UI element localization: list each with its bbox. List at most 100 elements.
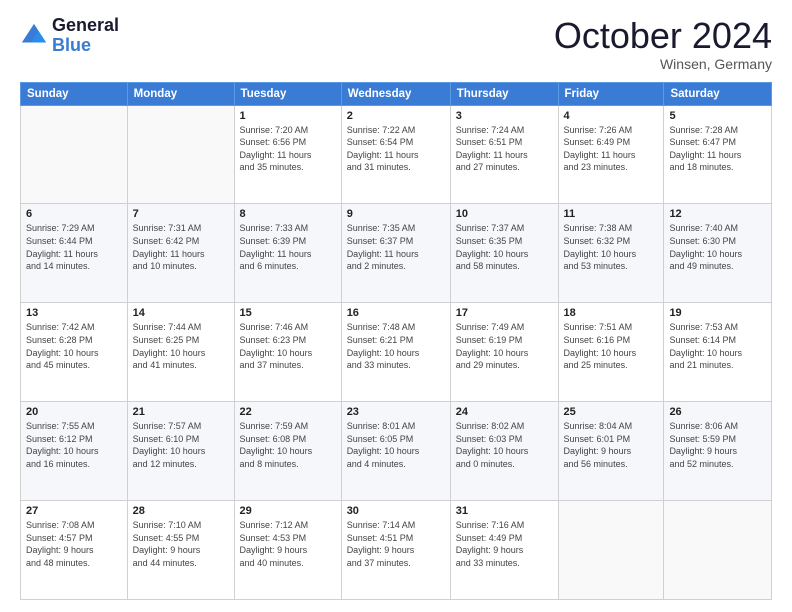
day-number: 15 [240, 307, 336, 319]
day-number: 28 [133, 505, 229, 517]
table-row: 25Sunrise: 8:04 AMSunset: 6:01 PMDayligh… [558, 402, 664, 501]
day-info: Sunrise: 7:49 AMSunset: 6:19 PMDaylight:… [456, 321, 553, 371]
day-number: 6 [26, 208, 122, 220]
table-row: 9Sunrise: 7:35 AMSunset: 6:37 PMDaylight… [341, 204, 450, 303]
table-row: 23 Sunrise: 8:01 AMSunset: 6:05 PMDayligh… [341, 402, 450, 501]
day-info: Sunrise: 7:12 AMSunset: 4:53 PMDaylight:… [240, 519, 336, 569]
table-row: 4 Sunrise: 7:26 AMSunset: 6:49 PMDaylight… [558, 105, 664, 204]
day-info: Sunrise: 7:44 AMSunset: 6:25 PMDaylight:… [133, 321, 229, 371]
month-title: October 2024 [554, 16, 772, 56]
col-sunday: Sunday [21, 82, 128, 105]
table-row: 30 Sunrise: 7:14 AMSunset: 4:51 PMDayligh… [341, 501, 450, 600]
table-row: 15Sunrise: 7:46 AMSunset: 6:23 PMDayligh… [234, 303, 341, 402]
day-number: 21 [133, 406, 229, 418]
day-info: Sunrise: 7:51 AMSunset: 6:16 PMDaylight:… [564, 321, 659, 371]
day-info: Sunrise: 8:04 AMSunset: 6:01 PMDaylight:… [564, 420, 659, 470]
table-row: 7 Sunrise: 7:31 AMSunset: 6:42 PMDaylight… [127, 204, 234, 303]
col-saturday: Saturday [664, 82, 772, 105]
table-row: 31 Sunrise: 7:16 AMSunset: 4:49 PMDayligh… [450, 501, 558, 600]
header-row: Sunday Monday Tuesday Wednesday Thursday… [21, 82, 772, 105]
day-number: 5 [669, 110, 766, 122]
calendar-row: 13Sunrise: 7:42 AMSunset: 6:28 PMDayligh… [21, 303, 772, 402]
header: General Blue October 2024 Winsen, German… [20, 16, 772, 72]
day-number: 29 [240, 505, 336, 517]
logo-icon [20, 22, 48, 50]
day-number: 11 [564, 208, 659, 220]
col-tuesday: Tuesday [234, 82, 341, 105]
table-row: 3 Sunrise: 7:24 AMSunset: 6:51 PMDaylight… [450, 105, 558, 204]
day-number: 16 [347, 307, 445, 319]
table-row: 6 Sunrise: 7:29 AMSunset: 6:44 PMDaylight… [21, 204, 128, 303]
day-info: Sunrise: 7:26 AMSunset: 6:49 PMDaylight:… [564, 124, 659, 174]
page: General Blue October 2024 Winsen, German… [0, 0, 792, 612]
table-row [558, 501, 664, 600]
day-info: Sunrise: 7:53 AMSunset: 6:14 PMDaylight:… [669, 321, 766, 371]
col-monday: Monday [127, 82, 234, 105]
day-info: Sunrise: 7:28 AMSunset: 6:47 PMDaylight:… [669, 124, 766, 174]
day-info: Sunrise: 7:14 AMSunset: 4:51 PMDaylight:… [347, 519, 445, 569]
table-row: 29 Sunrise: 7:12 AMSunset: 4:53 PMDayligh… [234, 501, 341, 600]
day-number: 26 [669, 406, 766, 418]
calendar-body: 1 Sunrise: 7:20 AMSunset: 6:56 PMDaylight… [21, 105, 772, 599]
day-info: Sunrise: 7:08 AMSunset: 4:57 PMDaylight:… [26, 519, 122, 569]
day-number: 2 [347, 110, 445, 122]
table-row: 13Sunrise: 7:42 AMSunset: 6:28 PMDayligh… [21, 303, 128, 402]
day-info: Sunrise: 7:59 AMSunset: 6:08 PMDaylight:… [240, 420, 336, 470]
table-row: 14Sunrise: 7:44 AMSunset: 6:25 PMDayligh… [127, 303, 234, 402]
day-number: 23 [347, 406, 445, 418]
calendar-table: Sunday Monday Tuesday Wednesday Thursday… [20, 82, 772, 600]
calendar-row: 27Sunrise: 7:08 AMSunset: 4:57 PMDayligh… [21, 501, 772, 600]
day-number: 4 [564, 110, 659, 122]
day-number: 30 [347, 505, 445, 517]
day-info: Sunrise: 7:16 AMSunset: 4:49 PMDaylight:… [456, 519, 553, 569]
table-row: 10 Sunrise: 7:37 AMSunset: 6:35 PMDayligh… [450, 204, 558, 303]
day-info: Sunrise: 7:48 AMSunset: 6:21 PMDaylight:… [347, 321, 445, 371]
day-info: Sunrise: 8:01 AMSunset: 6:05 PMDaylight:… [347, 420, 445, 470]
table-row: 22 Sunrise: 7:59 AMSunset: 6:08 PMDayligh… [234, 402, 341, 501]
day-info: Sunrise: 7:38 AMSunset: 6:32 PMDaylight:… [564, 222, 659, 272]
day-info: Sunrise: 7:20 AMSunset: 6:56 PMDaylight:… [240, 124, 336, 174]
table-row: 19 Sunrise: 7:53 AMSunset: 6:14 PMDayligh… [664, 303, 772, 402]
table-row: 18Sunrise: 7:51 AMSunset: 6:16 PMDayligh… [558, 303, 664, 402]
table-row: 16 Sunrise: 7:48 AMSunset: 6:21 PMDayligh… [341, 303, 450, 402]
day-info: Sunrise: 7:55 AMSunset: 6:12 PMDaylight:… [26, 420, 122, 470]
day-info: Sunrise: 7:29 AMSunset: 6:44 PMDaylight:… [26, 222, 122, 272]
day-info: Sunrise: 7:31 AMSunset: 6:42 PMDaylight:… [133, 222, 229, 272]
day-number: 7 [133, 208, 229, 220]
day-number: 31 [456, 505, 553, 517]
logo-text: General Blue [52, 16, 119, 56]
table-row: 8Sunrise: 7:33 AMSunset: 6:39 PMDaylight… [234, 204, 341, 303]
day-info: Sunrise: 7:42 AMSunset: 6:28 PMDaylight:… [26, 321, 122, 371]
day-number: 1 [240, 110, 336, 122]
day-info: Sunrise: 7:37 AMSunset: 6:35 PMDaylight:… [456, 222, 553, 272]
day-info: Sunrise: 7:40 AMSunset: 6:30 PMDaylight:… [669, 222, 766, 272]
table-row: 12Sunrise: 7:40 AMSunset: 6:30 PMDayligh… [664, 204, 772, 303]
day-number: 10 [456, 208, 553, 220]
day-info: Sunrise: 7:22 AMSunset: 6:54 PMDaylight:… [347, 124, 445, 174]
table-row: 17Sunrise: 7:49 AMSunset: 6:19 PMDayligh… [450, 303, 558, 402]
title-block: October 2024 Winsen, Germany [554, 16, 772, 72]
table-row: 24Sunrise: 8:02 AMSunset: 6:03 PMDayligh… [450, 402, 558, 501]
calendar-row: 1 Sunrise: 7:20 AMSunset: 6:56 PMDaylight… [21, 105, 772, 204]
table-row [21, 105, 128, 204]
table-row [127, 105, 234, 204]
table-row: 28Sunrise: 7:10 AMSunset: 4:55 PMDayligh… [127, 501, 234, 600]
day-number: 3 [456, 110, 553, 122]
day-info: Sunrise: 7:35 AMSunset: 6:37 PMDaylight:… [347, 222, 445, 272]
col-wednesday: Wednesday [341, 82, 450, 105]
table-row: 5 Sunrise: 7:28 AMSunset: 6:47 PMDaylight… [664, 105, 772, 204]
day-info: Sunrise: 7:24 AMSunset: 6:51 PMDaylight:… [456, 124, 553, 174]
table-row: 27Sunrise: 7:08 AMSunset: 4:57 PMDayligh… [21, 501, 128, 600]
location: Winsen, Germany [554, 56, 772, 72]
day-number: 22 [240, 406, 336, 418]
calendar-row: 20 Sunrise: 7:55 AMSunset: 6:12 PMDayligh… [21, 402, 772, 501]
day-number: 20 [26, 406, 122, 418]
col-thursday: Thursday [450, 82, 558, 105]
table-row: 1 Sunrise: 7:20 AMSunset: 6:56 PMDaylight… [234, 105, 341, 204]
table-row: 26Sunrise: 8:06 AMSunset: 5:59 PMDayligh… [664, 402, 772, 501]
day-info: Sunrise: 7:57 AMSunset: 6:10 PMDaylight:… [133, 420, 229, 470]
table-row [664, 501, 772, 600]
calendar-row: 6 Sunrise: 7:29 AMSunset: 6:44 PMDaylight… [21, 204, 772, 303]
calendar-header: Sunday Monday Tuesday Wednesday Thursday… [21, 82, 772, 105]
day-number: 19 [669, 307, 766, 319]
